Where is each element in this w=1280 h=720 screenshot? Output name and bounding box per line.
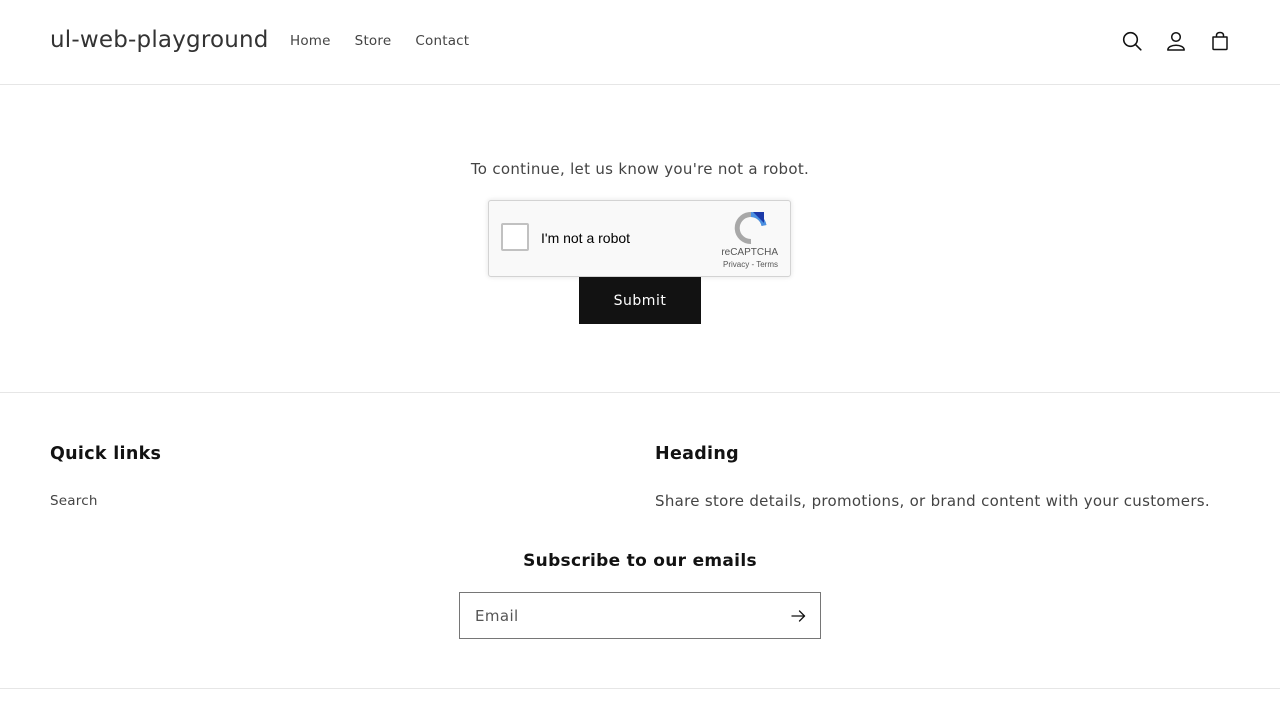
main-nav: Home Store Contact [278,30,481,52]
nav-item-home[interactable]: Home [278,30,343,52]
recaptcha-terms-link[interactable]: Terms [756,260,778,269]
main-content: To continue, let us know you're not a ro… [0,85,1280,393]
account-icon [1167,31,1185,51]
cart-icon [1212,31,1228,51]
search-button[interactable] [1110,19,1154,63]
newsletter-form [459,592,821,639]
header-icons [1110,19,1242,63]
recaptcha-links: Privacy - Terms [723,260,778,269]
search-icon [1122,31,1142,51]
custom-content-text: Share store details, promotions, or bran… [655,492,1210,510]
challenge-text: To continue, let us know you're not a ro… [470,160,810,178]
email-input[interactable] [460,593,780,638]
site-logo[interactable]: ul-web-playground [50,27,269,53]
newsletter-heading: Subscribe to our emails [523,551,757,571]
recaptcha-checkbox[interactable] [501,223,529,251]
recaptcha-label: I'm not a robot [541,230,631,246]
recaptcha-logo-icon [734,212,767,245]
cart-button[interactable] [1198,19,1242,63]
arrow-right-icon [790,609,805,622]
recaptcha-privacy-link[interactable]: Privacy [723,260,749,269]
custom-content-heading: Heading [655,444,739,464]
footer-link-search[interactable]: Search [50,493,98,509]
account-button[interactable] [1154,19,1198,63]
recaptcha-widget: I'm not a robot reCAPTCHA Privacy - Term… [488,200,791,277]
site-footer: Quick links Search Heading Share store d… [0,393,1280,689]
nav-item-contact[interactable]: Contact [403,30,481,52]
nav-item-store[interactable]: Store [343,30,404,52]
submit-button[interactable]: Submit [579,277,701,324]
site-header: ul-web-playground Home Store Contact [0,0,1280,85]
recaptcha-brand: reCAPTCHA [721,247,778,258]
newsletter-submit-button[interactable] [776,593,820,638]
quick-links-heading: Quick links [50,444,162,464]
